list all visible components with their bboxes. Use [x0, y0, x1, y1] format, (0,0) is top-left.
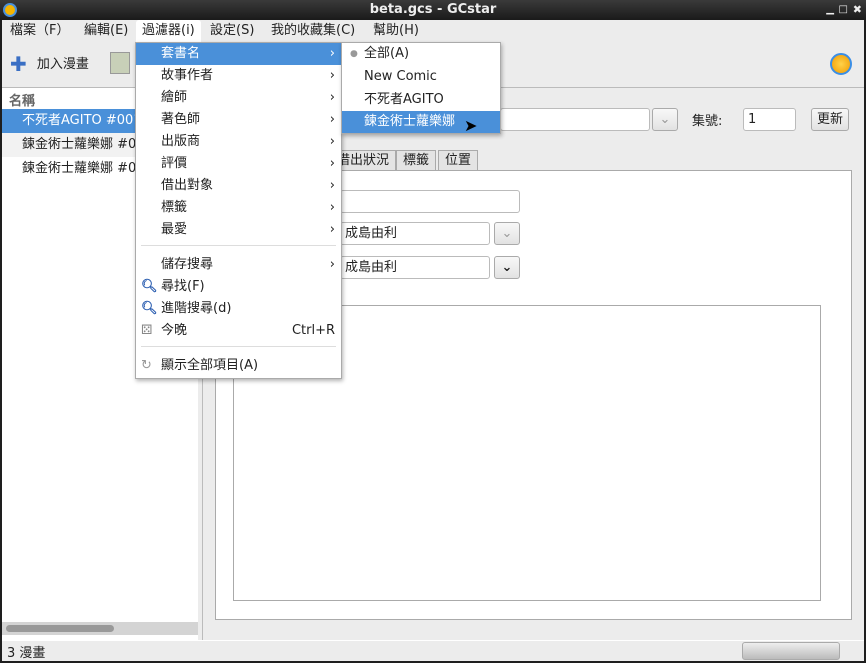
progress-bar — [742, 642, 840, 660]
label: 評價 — [161, 156, 188, 171]
import-icon[interactable] — [110, 52, 130, 74]
label: 今晚 — [161, 323, 188, 338]
tab-location[interactable]: 位置 — [438, 150, 479, 170]
menu-item-tonight[interactable]: ⚄ 今晚 Ctrl+R — [136, 320, 341, 342]
artist-combo[interactable]: 成島由利 — [340, 256, 490, 279]
label: 借出對象 — [161, 178, 214, 193]
menu-help[interactable]: 幫助(H) — [367, 20, 425, 42]
author-value: 成島由利 — [345, 226, 398, 241]
chevron-right-icon: › — [329, 156, 335, 171]
submenu-item[interactable]: 不死者AGITO — [342, 89, 500, 111]
horizontal-scrollbar[interactable] — [2, 622, 198, 635]
author-dropdown-button[interactable]: ⌄ — [494, 222, 520, 245]
app-icon — [3, 3, 17, 17]
menu-item-colorist[interactable]: 著色師 › — [136, 109, 341, 131]
label: 繪師 — [161, 90, 188, 105]
submenu-item[interactable]: New Comic — [342, 66, 500, 88]
window-title: beta.gcs - GCstar — [369, 2, 497, 17]
label: 全部(A) — [364, 46, 410, 61]
close-icon[interactable]: ✖ — [853, 0, 862, 20]
artist-value: 成島由利 — [345, 260, 398, 275]
chevron-right-icon: › — [329, 222, 335, 237]
menu-item-writer[interactable]: 故事作者 › — [136, 65, 341, 87]
menu-item-series[interactable]: 套書名 › — [136, 43, 341, 65]
chevron-right-icon: › — [329, 90, 335, 105]
add-comic-label: 加入漫畫 — [36, 56, 89, 72]
label: 尋找(F) — [161, 279, 205, 294]
menu-item-publisher[interactable]: 出版商 › — [136, 131, 341, 153]
menu-separator — [141, 245, 336, 246]
menu-item-show-all[interactable]: ↻ 顯示全部項目(A) — [136, 355, 341, 377]
menu-item-save-search[interactable]: 儲存搜尋 › — [136, 254, 341, 276]
refresh-icon: ↻ — [141, 358, 152, 373]
chevron-right-icon: › — [329, 200, 335, 215]
label: 顯示全部項目(A) — [161, 358, 259, 373]
column-header-name[interactable]: 名稱 — [9, 90, 35, 109]
chevron-right-icon: › — [329, 46, 335, 61]
menu-item-advanced-search[interactable]: 🔍︎ 進階搜尋(d) — [136, 298, 341, 320]
update-button[interactable]: 更新 — [811, 108, 849, 131]
chevron-right-icon: › — [329, 68, 335, 83]
menu-edit[interactable]: 編輯(E) — [78, 20, 134, 42]
menu-item-find[interactable]: 🔍︎ 尋找(F) — [136, 276, 341, 298]
menu-collections[interactable]: 我的收藏集(C) — [265, 20, 361, 42]
plus-icon: ✚ — [10, 52, 27, 76]
tab-tags[interactable]: 標籤 — [396, 150, 437, 170]
chevron-right-icon: › — [329, 178, 335, 193]
label: 進階搜尋(d) — [161, 301, 232, 316]
label: 儲存搜尋 — [161, 257, 214, 272]
chevron-right-icon: › — [329, 257, 335, 272]
search-icon: 🔍︎ — [141, 279, 158, 294]
menu-item-illustrator[interactable]: 繪師 › — [136, 87, 341, 109]
label: 最愛 — [161, 222, 188, 237]
artist-dropdown-button[interactable]: ⌄ — [494, 256, 520, 279]
menu-settings[interactable]: 設定(S) — [204, 20, 260, 42]
menu-item-borrower[interactable]: 借出對象 › — [136, 175, 341, 197]
submenu-item-all[interactable]: ● 全部(A) — [342, 43, 500, 65]
menubar: 檔案（F） 編輯(E) 過濾器(i) 設定(S) 我的收藏集(C) 幫助(H) — [2, 20, 864, 42]
search-icon: 🔍︎ — [141, 301, 158, 316]
label: 著色師 — [161, 112, 201, 127]
dice-icon: ⚄ — [141, 323, 153, 338]
series-dropdown-button[interactable]: ⌄ — [652, 108, 678, 131]
avatar-icon[interactable] — [830, 53, 852, 75]
minimize-icon[interactable]: ▁ — [826, 0, 834, 20]
add-comic-button[interactable]: ✚ 加入漫畫 — [10, 50, 89, 78]
episode-label: 集號: — [692, 114, 723, 129]
menu-filter[interactable]: 過濾器(i) — [136, 20, 201, 42]
menu-file[interactable]: 檔案（F） — [4, 20, 75, 42]
menu-item-tags[interactable]: 標籤 › — [136, 197, 341, 219]
label: 標籤 — [161, 200, 188, 215]
filter-menu: 套書名 › 故事作者 › 繪師 › 著色師 › 出版商 › 評價 › 借出對象 › 標籤 › 最… — [135, 42, 342, 379]
radio-dot-icon: ● — [350, 49, 358, 59]
chevron-right-icon: › — [329, 112, 335, 127]
label: 出版商 — [161, 134, 201, 149]
menu-separator — [141, 346, 336, 347]
label: 套書名 — [161, 46, 201, 61]
episode-value: 1 — [748, 112, 757, 127]
mouse-cursor-icon: ➤ — [464, 116, 478, 135]
label: 故事作者 — [161, 68, 214, 83]
shortcut-label: Ctrl+R — [291, 323, 335, 338]
series-combo[interactable] — [500, 108, 650, 131]
menu-item-rating[interactable]: 評價 › — [136, 153, 341, 175]
status-text: 3 漫畫 — [7, 646, 46, 661]
title-field[interactable] — [340, 190, 520, 213]
menu-item-favourite[interactable]: 最愛 › — [136, 219, 341, 241]
maximize-icon[interactable]: □ — [839, 0, 848, 20]
author-combo[interactable]: 成島由利 — [340, 222, 490, 245]
title-bar: beta.gcs - GCstar ▁ □ ✖ — [0, 0, 866, 20]
scrollbar-thumb[interactable] — [6, 625, 114, 632]
episode-spinner[interactable]: 1 — [743, 108, 796, 131]
chevron-right-icon: › — [329, 134, 335, 149]
